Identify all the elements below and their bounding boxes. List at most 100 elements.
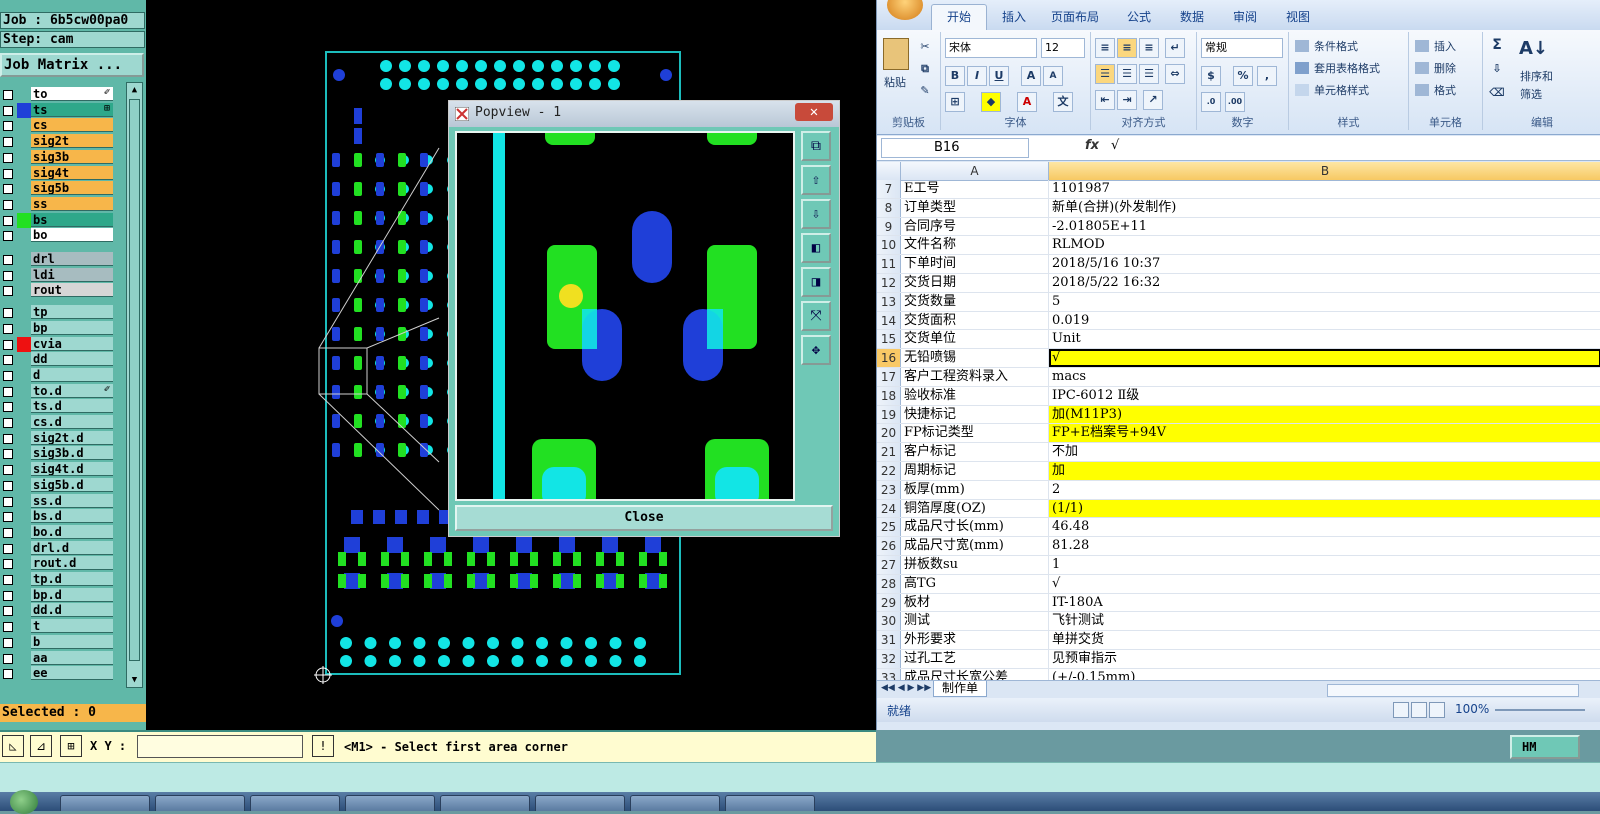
layer-checkbox[interactable] [3,512,13,523]
cell-value[interactable]: 2018/5/16 10:37 [1049,255,1600,273]
cell-label[interactable]: 拼板数su [901,556,1049,574]
cell-value[interactable]: 2018/5/22 16:32 [1049,274,1600,292]
autosum-icon[interactable]: Σ [1487,36,1507,56]
cell-label[interactable]: 周期标记 [901,462,1049,480]
layer-name[interactable]: ts.d [31,399,113,414]
cell-label[interactable]: E工号 [901,180,1049,198]
layer-down-icon[interactable]: ⇩ [801,199,831,229]
table-row[interactable]: 15 交货单位 Unit [877,330,1600,350]
layer-name[interactable]: tp.d [31,572,113,586]
layer-name[interactable]: ss.d [31,493,113,508]
table-row[interactable]: 32 过孔工艺 见预审指示 [877,650,1600,669]
layer-color-swatch[interactable] [17,635,31,650]
row-header[interactable]: 27 [877,556,901,574]
layer-checkbox[interactable] [3,622,13,633]
table-row[interactable]: 14 交货面积 0.019 [877,311,1600,331]
align-middle-icon[interactable]: ≡ [1117,38,1137,58]
table-row[interactable]: 33 成品尺寸长宽公差 (+/-0.15mm) [877,668,1600,680]
layer-name[interactable]: bp [31,320,113,335]
layer-row[interactable]: to.d ✐ [0,383,116,399]
row-header[interactable]: 13 [877,292,901,311]
layer-row[interactable]: to ✐ [0,87,116,102]
layer-color-swatch[interactable] [17,651,31,666]
layer-checkbox[interactable] [3,215,13,226]
layer-name[interactable]: ts [31,102,113,117]
layer-name[interactable]: d [31,367,113,382]
layer-color-swatch[interactable] [17,336,31,352]
cell-label[interactable]: 客户工程资料录入 [901,368,1049,386]
row-header[interactable]: 25 [877,518,901,537]
font-size-select[interactable]: 12 [1041,38,1085,58]
scroll-up-icon[interactable]: ▲ [127,83,142,97]
layer-color-swatch[interactable] [17,268,31,283]
paste-icon[interactable] [883,38,909,70]
layer-color-swatch[interactable] [17,572,31,587]
layer-checkbox[interactable] [3,137,13,148]
taskbar-item[interactable] [630,795,720,811]
layer-name[interactable]: bo.d [31,524,113,539]
cell-label[interactable]: 成品尺寸宽(mm) [901,537,1049,555]
zoom-slider[interactable] [1495,709,1585,711]
normal-view-icon[interactable] [1393,702,1409,718]
layer-checkbox[interactable] [3,370,13,381]
align-right-icon[interactable]: ☰ [1139,64,1159,84]
layer-row[interactable]: ts.d [0,399,116,414]
layer-name[interactable]: sig5b.d [31,477,113,492]
table-row[interactable]: 16 无铅喷锡 √ [877,349,1600,368]
table-row[interactable]: 28 高TG √ [877,574,1600,594]
layer-color-swatch[interactable] [17,525,31,540]
layer-row[interactable]: dd.d [0,603,116,618]
cell-label[interactable]: 成品尺寸长宽公差 [901,668,1049,680]
table-row[interactable]: 11 下单时间 2018/5/16 10:37 [877,255,1600,274]
cell-label[interactable]: 过孔工艺 [901,650,1049,668]
layer-checkbox[interactable] [3,480,13,491]
layer-name[interactable]: sig3b [31,149,113,164]
layer-list-scrollbar[interactable]: ▲ ▼ [126,82,143,688]
page-layout-view-icon[interactable] [1411,702,1427,718]
layer-checkbox[interactable] [3,339,13,350]
percent-icon[interactable]: % [1233,66,1253,86]
taskbar-item[interactable] [345,795,435,811]
align-top-icon[interactable]: ≡ [1095,38,1115,58]
layer-name[interactable]: sig5b [31,181,113,196]
layer-checkbox[interactable] [3,270,13,281]
cell-value[interactable]: (1/1) [1049,499,1600,518]
layer-name[interactable]: bs.d [31,509,113,524]
layer-color-swatch[interactable] [17,212,31,228]
decrease-decimal-icon[interactable]: .00 [1225,92,1245,112]
filter-label[interactable]: 筛选 [1519,84,1543,106]
office-button-icon[interactable] [887,0,923,20]
layer-row[interactable]: sig4t [0,165,116,181]
border-icon[interactable]: ⊞ [945,92,965,112]
row-header[interactable]: 33 [877,668,901,680]
table-row[interactable]: 21 客户标记 不加 [877,443,1600,462]
layer-row[interactable]: sig2t.d [0,430,116,446]
layer-row[interactable]: rout [0,283,116,298]
popview-titlebar[interactable]: Popview - 1 ✕ [449,101,839,127]
layer-row[interactable]: bs.d [0,509,116,524]
table-row[interactable]: 17 客户工程资料录入 macs [877,368,1600,387]
layer-color-swatch[interactable] [17,181,31,196]
paste-button[interactable]: 粘贴 [883,72,907,94]
layer-name[interactable]: dd.d [31,603,113,618]
layer-checkbox[interactable] [3,449,13,460]
layer-row[interactable]: sig5b [0,181,116,196]
layer-color-swatch[interactable] [17,556,31,571]
layer-row[interactable]: cs.d [0,415,116,430]
row-header[interactable]: 9 [877,217,901,236]
scroll-thumb[interactable] [129,99,140,661]
cell-styles-button[interactable]: 单元格样式 [1313,80,1370,102]
format-cells-button[interactable]: 格式 [1433,80,1457,102]
layer-checkbox[interactable] [3,575,13,585]
layer-color-swatch[interactable] [17,399,31,414]
layer-color-swatch[interactable] [17,462,31,477]
layer-checkbox[interactable] [3,308,13,319]
cell-value[interactable]: -2.01805E+11 [1049,218,1600,236]
layer-checkbox[interactable] [3,355,13,366]
tab-data[interactable]: 数据 [1180,8,1204,25]
layer-color-swatch[interactable] [17,87,31,102]
tab-page-layout[interactable]: 页面布局 [1051,8,1099,25]
zoom-level[interactable]: 100% [1455,702,1489,716]
cell-value[interactable]: RLMOD [1049,236,1600,254]
layer-row[interactable]: sig4t.d [0,462,116,477]
